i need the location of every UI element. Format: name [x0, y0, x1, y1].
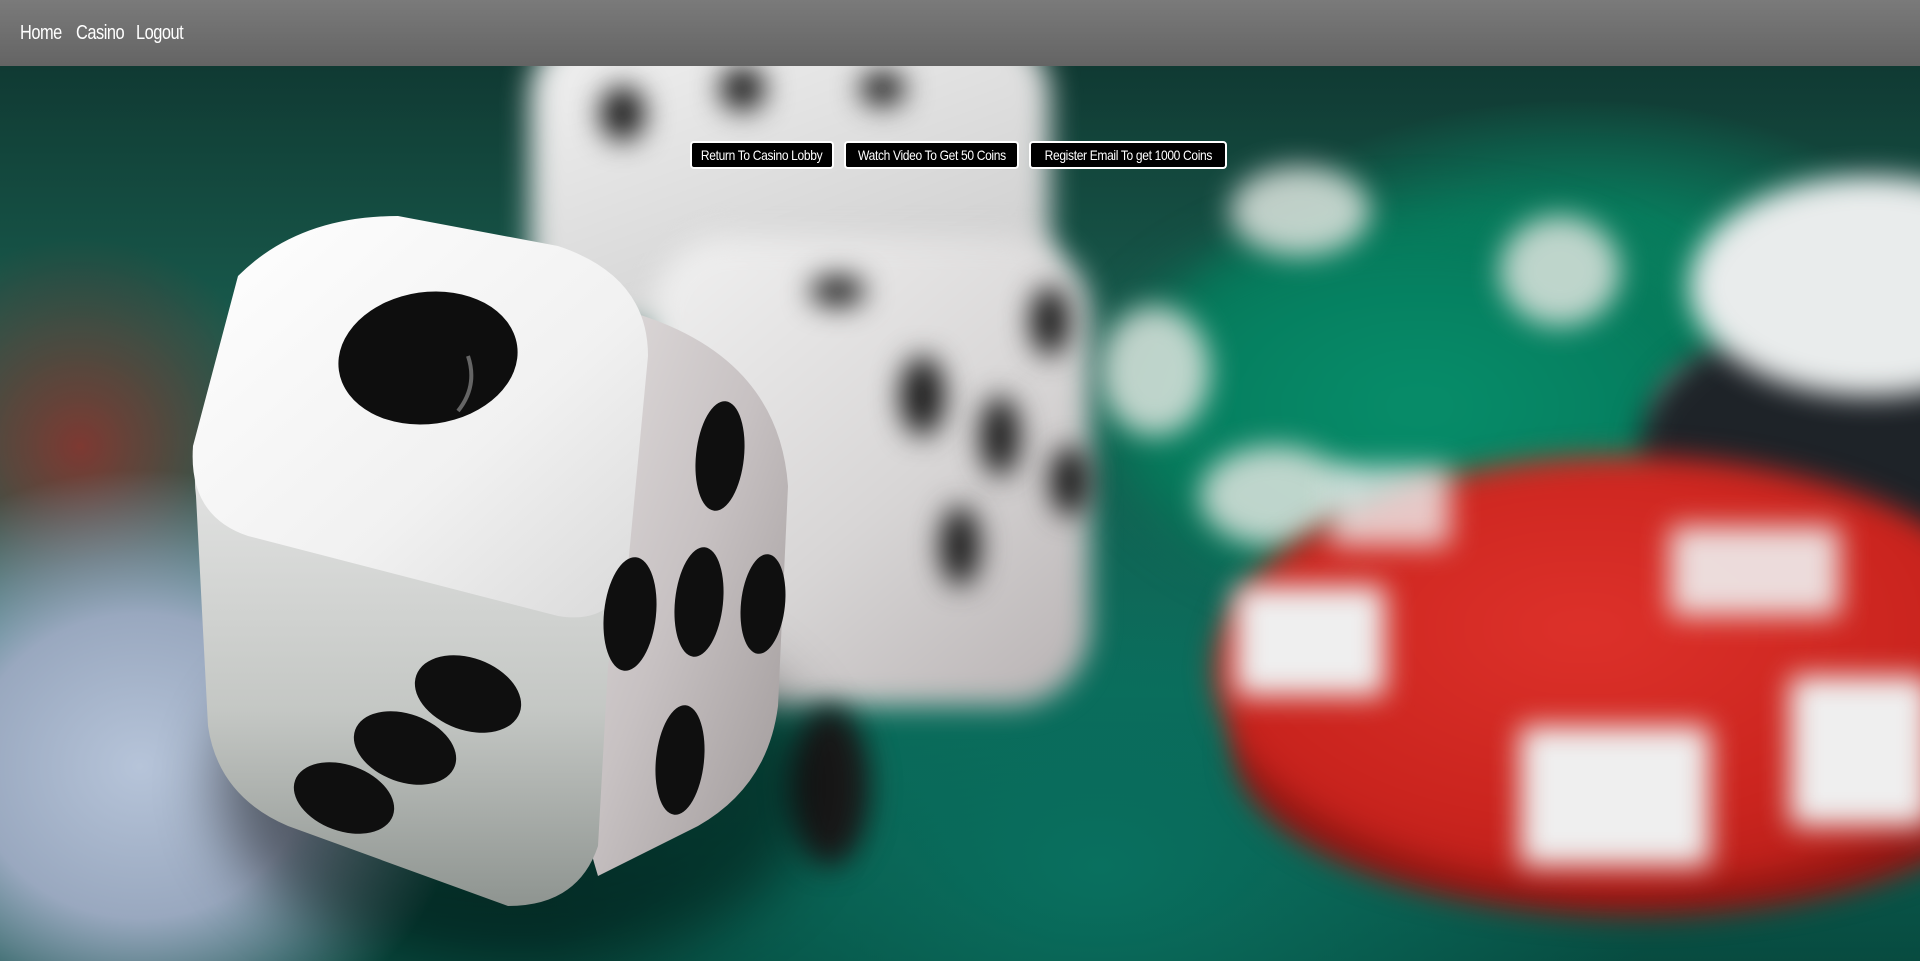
page: Home Casino Logout Return To Casino Lobb… — [0, 0, 1920, 961]
watch-video-label: Watch Video To Get 50 Coins — [857, 147, 1006, 163]
front-die — [178, 186, 818, 961]
nav-logout-link[interactable]: Logout — [136, 22, 193, 45]
top-nav: Home Casino Logout — [0, 0, 1920, 66]
return-to-lobby-label: Return To Casino Lobby — [701, 147, 823, 163]
nav-casino-link[interactable]: Casino — [76, 22, 127, 45]
background-image — [0, 66, 1920, 961]
action-buttons: Return To Casino Lobby Watch Video To Ge… — [690, 141, 1227, 169]
nav-home-link[interactable]: Home — [20, 22, 68, 45]
return-to-lobby-button[interactable]: Return To Casino Lobby — [690, 141, 834, 169]
watch-video-button[interactable]: Watch Video To Get 50 Coins — [844, 141, 1019, 169]
register-email-button[interactable]: Register Email To get 1000 Coins — [1029, 141, 1227, 169]
register-email-label: Register Email To get 1000 Coins — [1044, 147, 1212, 163]
